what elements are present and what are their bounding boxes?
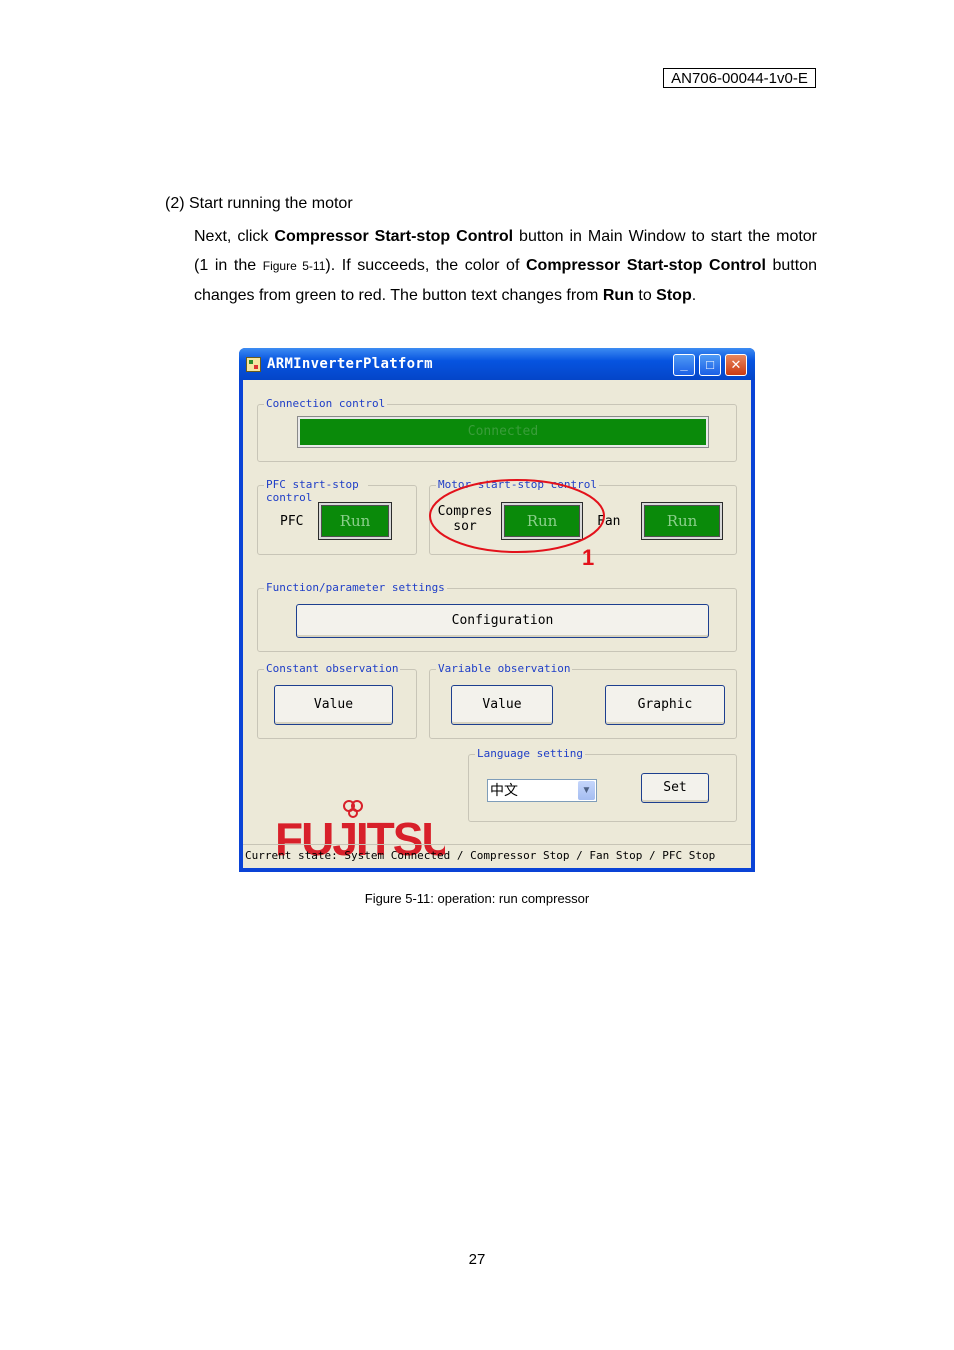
compressor-run-button[interactable]: Run (501, 502, 583, 540)
connection-status-bar[interactable]: Connected (297, 416, 709, 448)
connection-control-label: Connection control (264, 397, 388, 410)
page-number: 27 (468, 1251, 486, 1268)
constant-value-button[interactable]: Value (274, 685, 393, 725)
pfc-control-group: PFC start-stop control PFC Run (257, 478, 417, 555)
configuration-button[interactable]: Configuration (296, 604, 709, 638)
constant-observation-label: Constant observation (264, 662, 401, 675)
graphic-button[interactable]: Graphic (605, 685, 725, 725)
variable-observation-group: Variable observation Value Graphic (429, 662, 737, 739)
pfc-label: PFC (280, 514, 304, 529)
window-title: ARMInverterPlatform (267, 356, 433, 372)
variable-value-button[interactable]: Value (451, 685, 553, 725)
variable-observation-label: Variable observation (436, 662, 573, 675)
language-setting-group: Language setting 中文 ▼ Set (468, 747, 737, 822)
motor-control-label: Motor start-stop control (436, 478, 599, 491)
instruction-paragraph: Next, click Compressor Start-stop Contro… (194, 228, 818, 304)
pfc-control-label: PFC start-stop control (264, 478, 368, 504)
chevron-down-icon[interactable]: ▼ (578, 781, 595, 800)
status-bar: Current state: System Connected / Compre… (243, 844, 751, 866)
language-select[interactable]: 中文 ▼ (487, 779, 597, 802)
fan-run-button[interactable]: Run (641, 502, 723, 540)
set-language-button[interactable]: Set (641, 773, 709, 803)
compressor-label: Compres sor (437, 504, 493, 534)
pfc-run-button[interactable]: Run (318, 502, 392, 540)
maximize-icon[interactable]: □ (699, 354, 721, 376)
app-icon (246, 357, 261, 372)
title-bar[interactable]: ARMInverterPlatform _ □ ✕ (239, 348, 755, 380)
fan-label: Fan (597, 514, 621, 529)
step-heading: (2) Start running the motor (165, 195, 353, 212)
window-client-area: Connection control Connected PFC start-s… (243, 380, 751, 868)
document-id: AN706-00044-1v0-E (663, 68, 816, 88)
function-settings-group: Function/parameter settings Configuratio… (257, 581, 737, 652)
close-icon[interactable]: ✕ (725, 354, 747, 376)
language-select-value: 中文 (490, 782, 518, 798)
motor-control-group: Motor start-stop control Compres sor Run… (429, 478, 737, 555)
figure-caption: Figure 5-11: operation: run compressor (364, 891, 590, 906)
app-window: ARMInverterPlatform _ □ ✕ Connection con… (239, 348, 755, 872)
language-setting-label: Language setting (475, 747, 585, 760)
minimize-icon[interactable]: _ (673, 354, 695, 376)
function-settings-label: Function/parameter settings (264, 581, 447, 594)
constant-observation-group: Constant observation Value (257, 662, 417, 739)
connection-control-group: Connection control Connected (257, 397, 737, 462)
